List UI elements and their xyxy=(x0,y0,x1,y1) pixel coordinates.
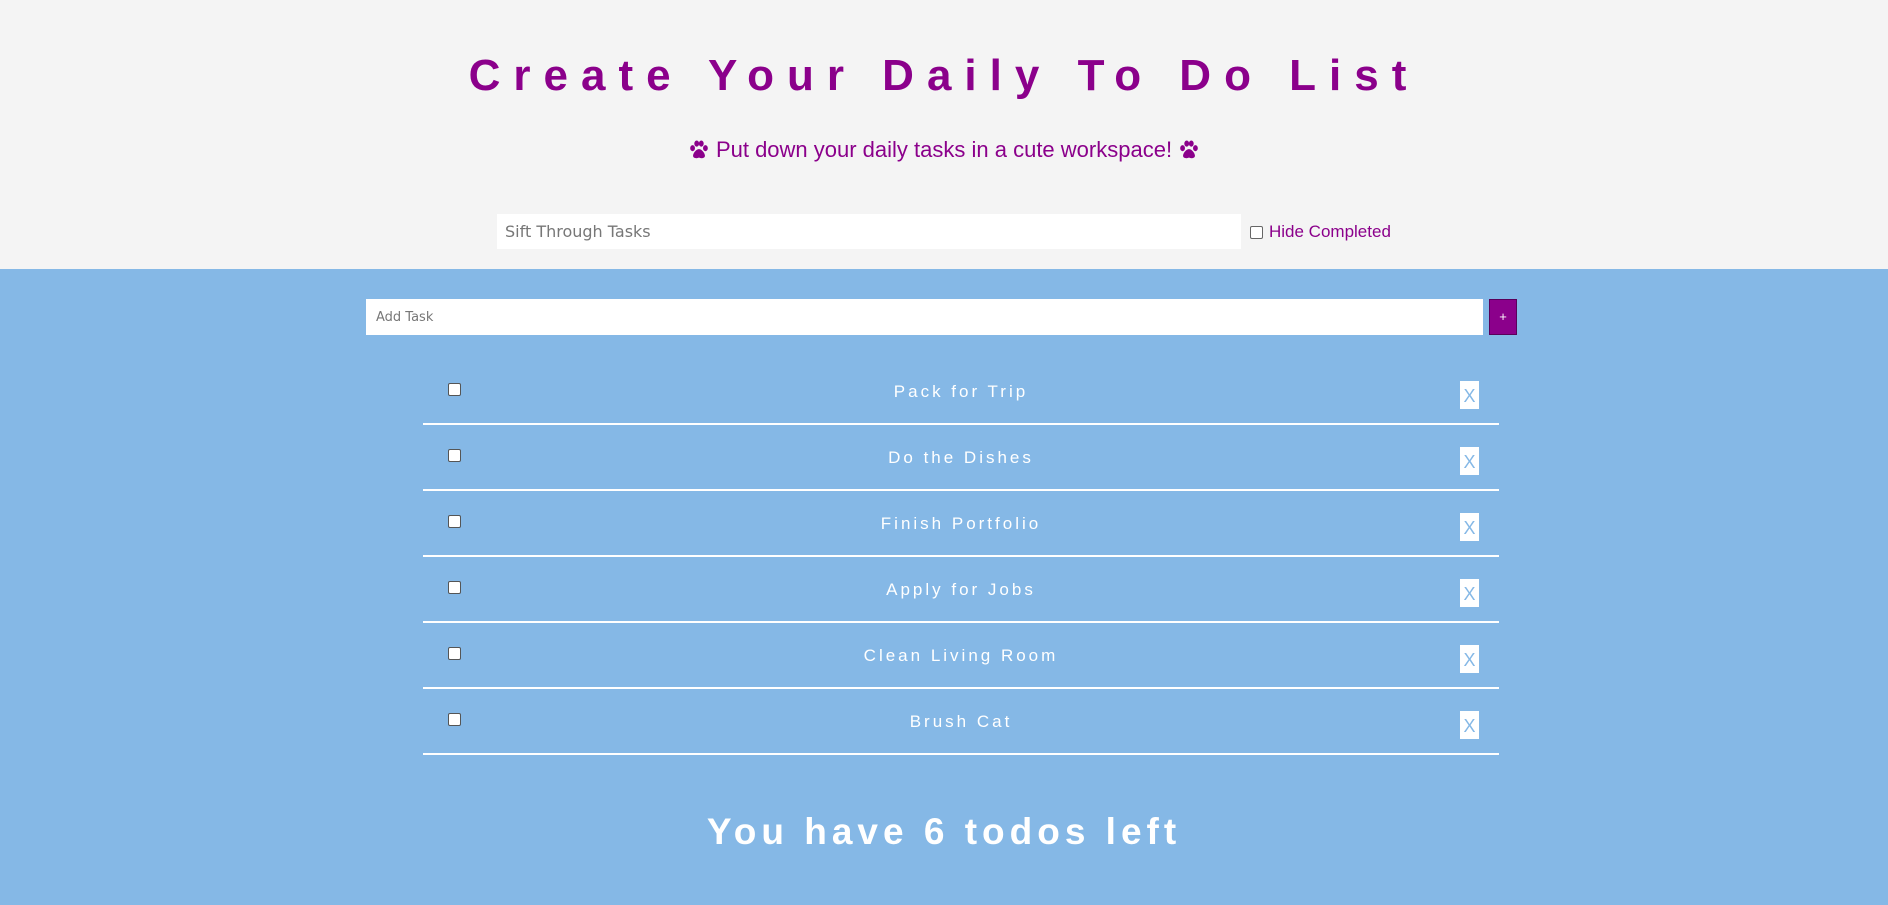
task-label: Brush Cat xyxy=(909,712,1013,731)
page-title: Create Your Daily To Do List xyxy=(468,51,1420,100)
delete-task-button[interactable]: X xyxy=(1460,711,1479,739)
task-label: Do the Dishes xyxy=(888,448,1034,467)
add-task-input[interactable] xyxy=(366,299,1483,335)
delete-task-button[interactable]: X xyxy=(1460,645,1479,673)
task-label: Clean Living Room xyxy=(863,646,1059,665)
add-task-button[interactable]: + xyxy=(1489,299,1517,335)
task-item: Finish Portfolio X xyxy=(423,491,1499,557)
hide-completed-checkbox[interactable] xyxy=(1250,225,1263,239)
header: Create Your Daily To Do List Put down yo… xyxy=(0,0,1888,269)
task-list: Pack for Trip X Do the Dishes X Finish P… xyxy=(423,359,1499,755)
task-item: Apply for Jobs X xyxy=(423,557,1499,623)
delete-task-button[interactable]: X xyxy=(1460,447,1479,475)
hide-completed-label: Hide Completed xyxy=(1269,222,1391,241)
task-item: Clean Living Room X xyxy=(423,623,1499,689)
subtitle: Put down your daily tasks in a cute work… xyxy=(0,135,1888,165)
paw-icon xyxy=(1178,139,1200,161)
subtitle-text: Put down your daily tasks in a cute work… xyxy=(715,137,1173,162)
hide-completed-toggle[interactable]: Hide Completed xyxy=(1250,222,1391,242)
task-item: Pack for Trip X xyxy=(423,359,1499,425)
task-item: Brush Cat X xyxy=(423,689,1499,755)
task-label: Apply for Jobs xyxy=(886,580,1036,599)
task-label: Finish Portfolio xyxy=(880,514,1042,533)
filter-tasks-input[interactable] xyxy=(497,214,1241,249)
task-item: Do the Dishes X xyxy=(423,425,1499,491)
delete-task-button[interactable]: X xyxy=(1460,381,1479,409)
paw-icon xyxy=(688,139,710,161)
task-label: Pack for Trip xyxy=(893,382,1029,401)
delete-task-button[interactable]: X xyxy=(1460,513,1479,541)
remaining-todos-count: You have 6 todos left xyxy=(706,811,1182,852)
delete-task-button[interactable]: X xyxy=(1460,579,1479,607)
